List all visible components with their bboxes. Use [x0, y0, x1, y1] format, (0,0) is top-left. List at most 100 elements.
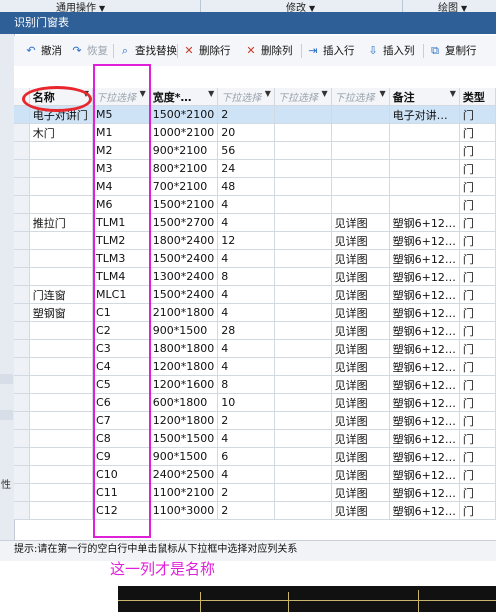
table-cell[interactable]: 见详图 — [331, 321, 390, 340]
table-cell[interactable] — [274, 303, 332, 322]
table-cell[interactable]: 见详图 — [331, 501, 390, 520]
table-cell[interactable] — [331, 123, 390, 142]
table-cell[interactable] — [274, 321, 332, 340]
table-cell[interactable]: 1500*2100 — [149, 195, 219, 214]
table-cell[interactable] — [274, 123, 332, 142]
row-header[interactable] — [14, 357, 30, 376]
table-cell[interactable]: 塑钢6+12… — [389, 321, 460, 340]
table-cell[interactable]: 门 — [459, 177, 496, 196]
row-header[interactable] — [14, 159, 30, 178]
table-cell[interactable]: 600*1800 — [149, 393, 219, 412]
table-cell[interactable] — [29, 465, 94, 484]
table-cell[interactable]: 900*2100 — [149, 141, 219, 160]
column-header-select-4[interactable]: 下拉选择 ▼ — [274, 88, 332, 106]
table-cell[interactable] — [274, 285, 332, 304]
table-cell[interactable]: 塑钢6+12… — [389, 519, 460, 520]
row-header[interactable] — [14, 465, 30, 484]
table-cell[interactable] — [331, 159, 390, 178]
table-row[interactable]: 门连窗 MLC1 1500*2400 4 见详图 塑钢6+12… 门 — [14, 285, 496, 304]
row-header[interactable] — [14, 447, 30, 466]
table-cell[interactable]: 塑钢6+12… — [389, 501, 460, 520]
toolbar-button-delete-column[interactable]: ✕ 删除列 — [244, 43, 292, 59]
table-cell[interactable]: 门 — [459, 231, 496, 250]
table-cell[interactable] — [29, 321, 94, 340]
table-row[interactable]: 木门 M1 1000*2100 20 门 — [14, 123, 496, 142]
row-header[interactable] — [14, 501, 30, 520]
row-header[interactable] — [14, 285, 30, 304]
table-cell[interactable] — [389, 195, 460, 214]
table-cell[interactable] — [29, 447, 94, 466]
table-cell[interactable] — [274, 105, 332, 124]
table-cell[interactable]: 门 — [459, 519, 496, 520]
table-cell[interactable] — [331, 195, 390, 214]
table-row[interactable]: M6 1500*2100 4 门 — [14, 195, 496, 214]
table-row[interactable]: TLM4 1300*2400 8 见详图 塑钢6+12… 门 — [14, 267, 496, 286]
table-cell[interactable]: 1500*1500 — [149, 429, 219, 448]
toolbar-button-insert-column[interactable]: ⇩ 插入列 — [366, 43, 414, 59]
table-cell[interactable]: 门 — [459, 375, 496, 394]
row-header[interactable] — [14, 321, 30, 340]
table-row[interactable]: C9 900*1500 6 见详图 塑钢6+12… 门 — [14, 447, 496, 466]
table-row[interactable]: C2 900*1500 28 见详图 塑钢6+12… 门 — [14, 321, 496, 340]
table-cell[interactable]: 塑钢6+12… — [389, 231, 460, 250]
table-cell[interactable] — [29, 429, 94, 448]
table-cell[interactable] — [274, 195, 332, 214]
row-header[interactable] — [14, 411, 30, 430]
table-cell[interactable]: 1500*2400 — [149, 249, 219, 268]
toolbar-button-redo[interactable]: ↷ 恢复 — [70, 43, 108, 59]
table-cell[interactable] — [29, 393, 94, 412]
table-cell[interactable]: 塑钢6+12… — [389, 339, 460, 358]
table-cell[interactable]: 20 — [217, 123, 275, 142]
table-cell[interactable]: 12 — [217, 519, 275, 520]
table-cell[interactable]: 木门 — [29, 123, 94, 142]
table-cell[interactable]: 见详图 — [331, 447, 390, 466]
table-cell[interactable]: 门 — [459, 105, 496, 124]
table-cell[interactable]: 1800*180 — [149, 519, 219, 520]
table-cell[interactable] — [274, 447, 332, 466]
table-cell[interactable] — [331, 105, 390, 124]
table-cell[interactable] — [274, 267, 332, 286]
table-cell[interactable] — [274, 177, 332, 196]
table-cell[interactable] — [274, 465, 332, 484]
table-row[interactable]: 电子对讲门 M5 1500*2100 2 电子对讲… 门 — [14, 105, 496, 124]
table-cell[interactable] — [29, 483, 94, 502]
table-cell[interactable] — [274, 393, 332, 412]
dropdown-arrow-icon[interactable]: ▼ — [379, 89, 385, 98]
table-cell[interactable]: 800*2100 — [149, 159, 219, 178]
table-cell[interactable]: 1000*2100 — [149, 123, 219, 142]
table-cell[interactable]: 1200*1600 — [149, 375, 219, 394]
table-cell[interactable]: 门 — [459, 123, 496, 142]
table-row[interactable]: 飘窗TC11800*18012见详图塑钢6+12…门 — [14, 519, 496, 520]
table-cell[interactable]: 24 — [217, 159, 275, 178]
table-cell[interactable]: 8 — [217, 375, 275, 394]
table-cell[interactable]: 塑钢6+12… — [389, 213, 460, 232]
table-cell[interactable]: 见详图 — [331, 303, 390, 322]
toolbar-button-copy-row[interactable]: ⧉ 复制行 — [428, 43, 476, 59]
column-header-select-7[interactable]: 类型 — [459, 88, 496, 106]
toolbar-button-find-replace[interactable]: ⌕ 查找替换 — [118, 43, 177, 59]
row-header[interactable] — [14, 249, 30, 268]
row-header[interactable] — [14, 213, 30, 232]
table-cell[interactable]: 2100*1800 — [149, 303, 219, 322]
column-header-select-3[interactable]: 下拉选择 ▼ — [217, 88, 275, 106]
row-header[interactable] — [14, 267, 30, 286]
table-cell[interactable]: 4 — [217, 429, 275, 448]
table-cell[interactable]: 塑钢窗 — [29, 303, 94, 322]
table-row[interactable]: 塑钢窗 C1 2100*1800 4 见详图 塑钢6+12… 门 — [14, 303, 496, 322]
row-header[interactable] — [14, 393, 30, 412]
table-cell[interactable] — [274, 519, 332, 520]
table-cell[interactable]: 门 — [459, 357, 496, 376]
table-cell[interactable]: 门 — [459, 141, 496, 160]
table-cell[interactable]: 塑钢6+12… — [389, 303, 460, 322]
table-cell[interactable]: 门 — [459, 267, 496, 286]
table-cell[interactable]: 4 — [217, 249, 275, 268]
table-cell[interactable] — [389, 123, 460, 142]
table-cell[interactable]: 1200*1800 — [149, 411, 219, 430]
table-row[interactable]: C11 1100*2100 2 见详图 塑钢6+12… 门 — [14, 483, 496, 502]
row-header[interactable] — [14, 231, 30, 250]
row-header[interactable] — [14, 177, 30, 196]
table-cell[interactable]: 塑钢6+12… — [389, 465, 460, 484]
table-cell[interactable] — [29, 357, 94, 376]
table-cell[interactable]: 见详图 — [331, 519, 390, 520]
table-cell[interactable]: 见详图 — [331, 357, 390, 376]
